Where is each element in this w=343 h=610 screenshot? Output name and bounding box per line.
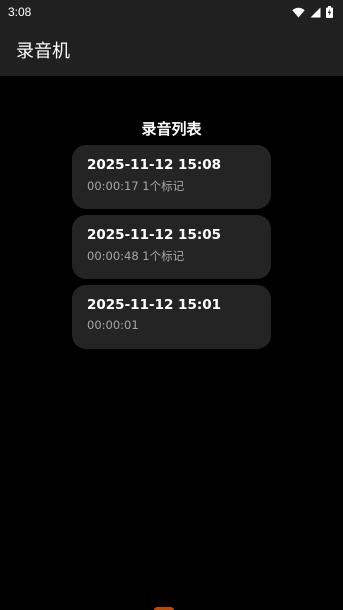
recording-list-heading: 录音列表 <box>141 120 202 138</box>
recording-date: 2025-11-12 15:01 <box>87 297 222 313</box>
recording-card[interactable]: 2025-11-12 15:05 00:00:48 1个标记 <box>72 215 271 279</box>
recording-card[interactable]: 2025-11-12 15:01 00:00:01 <box>72 285 271 349</box>
app-screen: 3:08 录音机 录音列表 2025-11-12 15:08 00:00:17 … <box>0 0 343 610</box>
recording-meta: 00:00:48 1个标记 <box>87 249 185 263</box>
recording-date: 2025-11-12 15:05 <box>87 227 222 243</box>
status-bar: 3:08 <box>0 0 343 24</box>
recording-date: 2025-11-12 15:08 <box>87 157 222 173</box>
recording-meta: 00:00:17 1个标记 <box>87 179 185 193</box>
wifi-icon <box>292 7 305 18</box>
recording-list: 2025-11-12 15:08 00:00:17 1个标记 2025-11-1… <box>72 145 271 355</box>
recording-meta: 00:00:01 <box>87 318 139 332</box>
app-bar: 录音机 <box>0 24 343 76</box>
main-content: 录音列表 2025-11-12 15:08 00:00:17 1个标记 2025… <box>0 76 343 610</box>
status-icons <box>292 6 333 18</box>
status-time: 3:08 <box>8 5 32 19</box>
recording-card[interactable]: 2025-11-12 15:08 00:00:17 1个标记 <box>72 145 271 209</box>
battery-charging-icon <box>326 6 333 18</box>
cell-signal-icon <box>310 7 321 18</box>
app-title: 录音机 <box>16 41 70 62</box>
